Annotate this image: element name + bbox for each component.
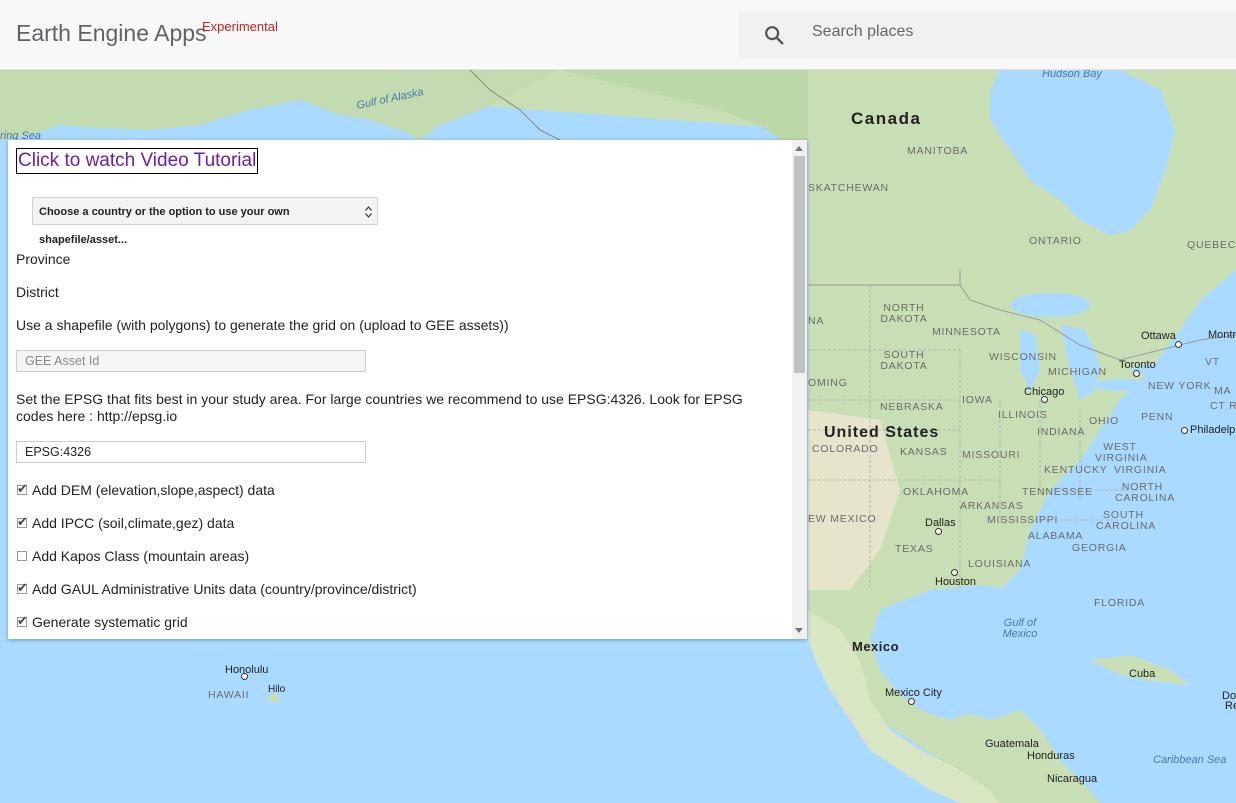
map-label-new-york: NEW YORK xyxy=(1148,380,1212,392)
search-input[interactable] xyxy=(812,23,1212,41)
checkmark-icon: ✔ xyxy=(17,580,28,595)
scrollbar-thumb[interactable] xyxy=(794,156,805,373)
map-label-kansas: KANSAS xyxy=(900,446,948,458)
city-marker xyxy=(1133,370,1140,377)
map-label-hilo: Hilo xyxy=(268,684,286,695)
map-label-texas: TEXAS xyxy=(895,543,934,555)
checkbox-gaul-label: Add GAUL Administrative Units data (coun… xyxy=(32,581,417,597)
map-label-mexico-city: Mexico City xyxy=(885,687,942,699)
city-marker xyxy=(935,528,942,535)
map-label-honduras: Honduras xyxy=(1027,750,1075,762)
map-label-philadelphia: Philadelp xyxy=(1190,424,1236,436)
map-label-virginia: VIRGINIA xyxy=(1114,464,1167,476)
map-label-louisiana: LOUISIANA xyxy=(968,558,1032,570)
map-label-wisconsin: WISCONSIN xyxy=(989,351,1057,363)
map-label-ma: MA xyxy=(1214,385,1232,397)
province-label: Province xyxy=(16,251,71,267)
checkmark-icon: ✔ xyxy=(17,481,28,496)
epsg-input[interactable] xyxy=(16,441,366,463)
map-label-arkansas: ARKANSAS xyxy=(960,500,1024,512)
map-label-missouri: MISSOURI xyxy=(962,449,1021,461)
map-label-michigan: MICHIGAN xyxy=(1048,366,1107,378)
scroll-down-icon[interactable] xyxy=(795,628,803,633)
map-label-florida: FLORIDA xyxy=(1094,597,1146,609)
search-icon[interactable] xyxy=(763,24,785,46)
map-label-colorado: COLORADO xyxy=(812,443,879,455)
country-select-value: Choose a country or the option to use yo… xyxy=(39,206,290,246)
map-label-ct: CT RI xyxy=(1210,400,1236,412)
map-label-montreal: Montr xyxy=(1208,329,1236,341)
map-label-caribbean-sea: Caribbean Sea xyxy=(1153,754,1227,766)
map-label-georgia: GEORGIA xyxy=(1072,542,1127,554)
map-label-quebec: QUEBEC xyxy=(1187,239,1236,251)
map-label-gulf-of-mexico: Gulf of Mexico xyxy=(1002,617,1038,640)
map-label-manitoba: MANITOBA xyxy=(907,145,969,157)
map-label-kentucky: KENTUCKY xyxy=(1044,464,1108,476)
map-label-ottawa: Ottawa xyxy=(1141,330,1176,342)
map-label-oklahoma: OKLAHOMA xyxy=(903,486,969,498)
search-box[interactable] xyxy=(739,11,1236,58)
map-label-houston: Houston xyxy=(935,576,976,588)
map-label-dallas: Dallas xyxy=(925,517,956,529)
city-marker xyxy=(1041,396,1048,403)
district-label: District xyxy=(16,284,59,300)
shapefile-label: Use a shapefile (with polygons) to gener… xyxy=(16,317,509,333)
city-marker xyxy=(1181,427,1188,434)
map-label-na: NA xyxy=(808,315,825,327)
checkbox-dem-label: Add DEM (elevation,slope,aspect) data xyxy=(32,482,275,498)
map-label-ontario: ONTARIO xyxy=(1029,235,1082,247)
country-select[interactable]: Choose a country or the option to use yo… xyxy=(32,197,378,246)
map-label-west-virginia: WEST VIRGINIA xyxy=(1095,441,1148,464)
map-label-iowa: IOWA xyxy=(962,394,993,406)
app-header: Earth Engine Apps Experimental xyxy=(0,0,1236,70)
map-label-nicaragua: Nicaragua xyxy=(1047,773,1098,785)
map-label-penn: PENN xyxy=(1141,411,1174,423)
map-label-indiana: INDIANA xyxy=(1037,426,1086,438)
map-label-united-states: United States xyxy=(824,424,940,441)
app-title: Earth Engine Apps xyxy=(16,20,207,46)
map-label-minnesota: MINNESOTA xyxy=(932,326,1001,338)
map-label-illinois: ILLINOIS xyxy=(998,409,1048,421)
map-label-south-dakota: SOUTH DAKOTA xyxy=(880,349,928,372)
map-label-north-dakota: NORTH DAKOTA xyxy=(880,302,928,325)
map-label-hudson-bay: Hudson Bay xyxy=(1042,70,1102,80)
map-label-north-carolina: NORTH CAROLINA xyxy=(1115,481,1176,504)
map-label-new-mexico: EW MEXICO xyxy=(808,513,877,525)
map-label-nebraska: NEBRASKA xyxy=(880,401,944,413)
map-label-mexico: Mexico xyxy=(852,639,900,654)
asset-id-input[interactable] xyxy=(16,350,366,372)
map-label-cuba: Cuba xyxy=(1129,668,1156,680)
checkbox-box xyxy=(17,551,27,561)
map-label-wyoming: OMING xyxy=(808,377,848,389)
map-label-guatemala: Guatemala xyxy=(985,738,1039,750)
map-label-vt: VT xyxy=(1205,356,1221,368)
video-tutorial-link[interactable]: Click to watch Video Tutorial xyxy=(16,148,259,174)
city-marker xyxy=(241,673,248,680)
select-arrows-icon xyxy=(365,206,372,218)
map-label-south-carolina: SOUTH CAROLINA xyxy=(1096,509,1157,532)
map-label-canada: Canada xyxy=(851,109,922,128)
checkbox-kapos-label: Add Kapos Class (mountain areas) xyxy=(32,548,250,564)
map-label-hawaii: HAWAII xyxy=(208,689,250,701)
map-label-ohio: OHIO xyxy=(1089,415,1120,427)
city-marker xyxy=(1175,341,1182,348)
epsg-help-text: Set the EPSG that fits best in your stud… xyxy=(16,391,743,424)
map-label-tennessee: TENNESSEE xyxy=(1022,486,1093,498)
tool-panel: Click to watch Video Tutorial Choose a c… xyxy=(8,140,807,639)
checkmark-icon: ✔ xyxy=(17,514,28,529)
checkmark-icon: ✔ xyxy=(17,613,28,628)
experimental-badge: Experimental xyxy=(202,19,278,34)
checkbox-ipcc-label: Add IPCC (soil,climate,gez) data xyxy=(32,515,235,531)
city-marker xyxy=(908,698,915,705)
map-label-dominican-2: Re xyxy=(1225,700,1236,712)
map-label-alabama: ALABAMA xyxy=(1028,530,1084,542)
scroll-up-icon[interactable] xyxy=(795,146,803,151)
panel-scrollbar[interactable] xyxy=(792,140,807,639)
map-label-saskatchewan: SKATCHEWAN xyxy=(808,182,889,194)
city-marker xyxy=(951,569,958,576)
map-label-mississippi: MISSISSIPPI xyxy=(987,514,1059,526)
checkbox-grid-label: Generate systematic grid xyxy=(32,614,188,630)
